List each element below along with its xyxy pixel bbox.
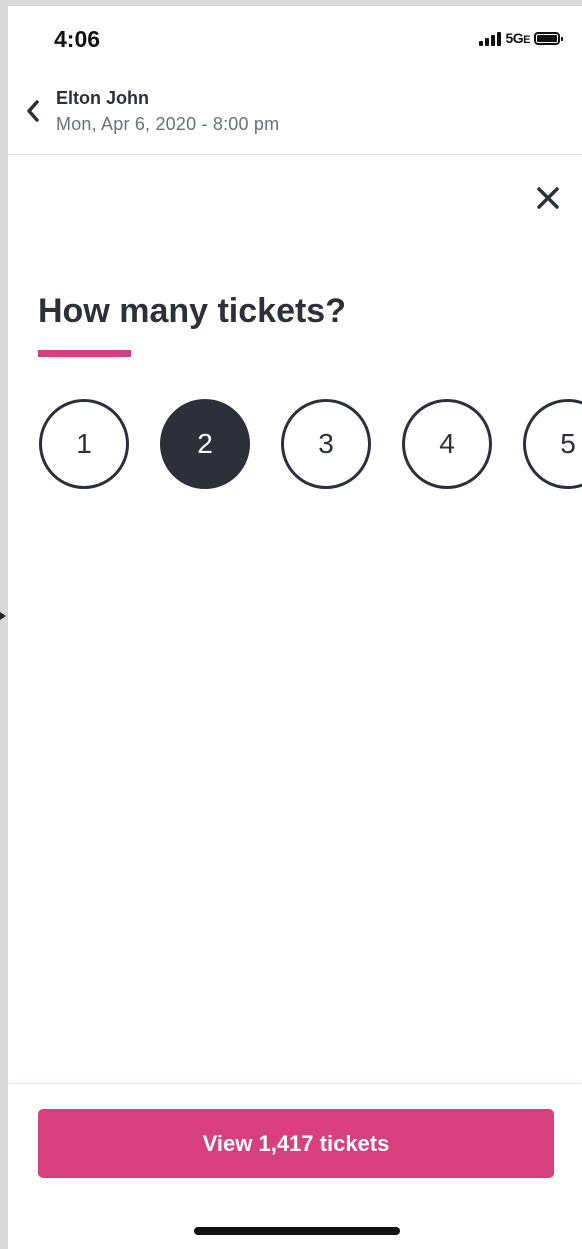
- edge-arrow-icon: [0, 612, 6, 620]
- close-icon: [537, 187, 559, 209]
- title-underline: [38, 350, 131, 357]
- quantity-option-1[interactable]: 1: [39, 399, 129, 489]
- signal-icon: [479, 30, 502, 46]
- close-button[interactable]: [532, 182, 564, 214]
- app-screen: 4:06 5GE Elton John Mon, Apr 6, 2020 - 8…: [8, 6, 582, 1249]
- battery-icon: [534, 31, 563, 45]
- quantity-option-3[interactable]: 3: [281, 399, 371, 489]
- footer: View 1,417 tickets: [8, 1083, 582, 1200]
- quantity-option-4[interactable]: 4: [402, 399, 492, 489]
- status-bar: 4:06 5GE: [8, 6, 582, 76]
- quantity-option-2[interactable]: 2: [160, 399, 250, 489]
- event-header: Elton John Mon, Apr 6, 2020 - 8:00 pm: [8, 76, 582, 155]
- status-indicators: 5GE: [479, 30, 563, 46]
- status-time: 4:06: [54, 26, 101, 52]
- event-date: Mon, Apr 6, 2020 - 8:00 pm: [56, 114, 280, 134]
- view-tickets-button[interactable]: View 1,417 tickets: [38, 1109, 554, 1178]
- home-indicator[interactable]: [194, 1227, 400, 1235]
- back-button[interactable]: [20, 96, 46, 126]
- quantity-selector: 1 2 3 4 5: [39, 399, 582, 489]
- quantity-option-5[interactable]: 5: [523, 399, 582, 489]
- chevron-left-icon: [27, 100, 39, 122]
- network-indicator: 5GE: [505, 30, 530, 46]
- event-name: Elton John: [56, 88, 149, 108]
- page-title: How many tickets?: [38, 292, 346, 330]
